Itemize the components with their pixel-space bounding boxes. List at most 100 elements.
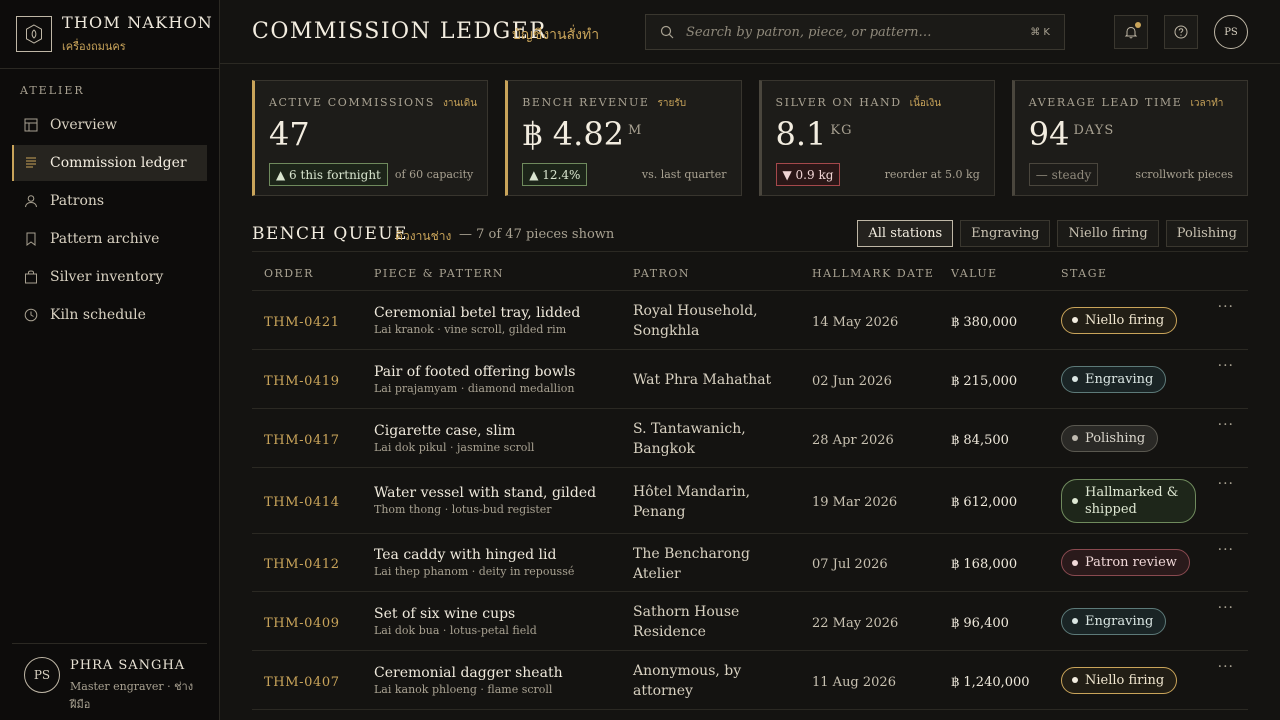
column-header-order[interactable]: ORDER — [252, 267, 374, 280]
user-icon — [24, 194, 38, 208]
sidebar-item-overview[interactable]: Overview — [12, 107, 207, 143]
order-id[interactable]: THM-0421 — [264, 315, 340, 330]
stat-note: of 60 capacity — [394, 168, 474, 181]
page-title-thai: บัญชีงานสั่งทำ — [512, 27, 600, 43]
column-header-hallmark-date[interactable]: HALLMARK DATE — [812, 267, 951, 280]
sidebar-item-kiln-schedule[interactable]: Kiln schedule — [12, 297, 207, 333]
sidebar-item-label: Silver inventory — [50, 269, 164, 285]
hallmark-date: 07 Jul 2026 — [812, 557, 888, 572]
table-row[interactable]: THM-0414 Water vessel with stand, gilded… — [252, 468, 1248, 534]
layout-icon — [24, 118, 38, 132]
stat-note: scrollwork pieces — [1135, 168, 1233, 181]
row-menu-button[interactable]: ··· — [1218, 358, 1234, 374]
column-header-patron[interactable]: PATRON — [633, 267, 812, 280]
filter-all-stations[interactable]: All stations — [857, 220, 954, 247]
page-title: COMMISSION LEDGER — [252, 19, 548, 44]
sidebar-item-commission-ledger[interactable]: Commission ledger — [12, 145, 207, 181]
piece-pattern: Thom thong · lotus-bud register — [374, 503, 552, 516]
sidebar-item-silver-inventory[interactable]: Silver inventory — [12, 259, 207, 295]
filter-niello-firing[interactable]: Niello firing — [1057, 220, 1159, 247]
piece-pattern: Lai prajamyam · diamond medallion — [374, 381, 575, 395]
stat-value: 94 DAYS — [1028, 115, 1115, 153]
stat-value: 8.1 KG — [775, 115, 853, 153]
avatar: PS — [24, 657, 60, 693]
row-menu-button[interactable]: ··· — [1218, 600, 1234, 616]
row-menu-button[interactable]: ··· — [1218, 417, 1234, 433]
ledger-icon — [24, 156, 38, 170]
column-header-stage[interactable]: STAGE — [1061, 267, 1210, 280]
notification-dot — [1135, 22, 1141, 28]
brand-logo-icon — [16, 16, 52, 52]
stat-label: AVERAGE LEAD TIME เวลาทำ — [1028, 96, 1224, 109]
patron-name: Anonymous, by attorney — [633, 663, 742, 699]
header-avatar[interactable]: PS — [1214, 15, 1248, 49]
search-box[interactable]: ⌘ K — [645, 14, 1065, 50]
stat-delta: ▲ 6 this fortnight — [269, 163, 388, 186]
hallmark-date: 19 Mar 2026 — [812, 495, 898, 510]
piece-name: Set of six wine cups — [374, 605, 516, 622]
row-menu-button[interactable]: ··· — [1218, 542, 1234, 558]
table-row[interactable]: THM-0421 Ceremonial betel tray, lidded La… — [252, 291, 1248, 350]
order-value: ฿ 96,400 — [951, 615, 1009, 631]
table-row[interactable]: THM-0407 Ceremonial dagger sheath Lai kan… — [252, 651, 1248, 710]
order-value: ฿ 215,000 — [951, 373, 1018, 389]
notifications-button[interactable] — [1114, 15, 1148, 49]
patron-name: Hôtel Mandarin, Penang — [633, 483, 751, 520]
section-title: BENCH QUEUE — [252, 224, 408, 244]
stage-badge: Niello firing — [1061, 306, 1178, 334]
stat-card-bench-revenue: BENCH REVENUE รายรับ ฿ 4.82 M ▲ 12.4% vs. … — [505, 80, 742, 196]
search-input[interactable] — [686, 24, 1031, 40]
order-id[interactable]: THM-0414 — [264, 495, 340, 510]
nav-section-label: ATELIER — [20, 84, 85, 97]
stat-label: ACTIVE COMMISSIONS งานเดิน — [269, 96, 478, 109]
table-row[interactable]: THM-0417 Cigarette case, slim Lai dok pik… — [252, 409, 1248, 468]
order-id[interactable]: THM-0407 — [264, 675, 340, 690]
filter-engraving[interactable]: Engraving — [960, 220, 1051, 247]
table-row[interactable]: THM-0409 Set of six wine cups Lai dok bua… — [252, 592, 1248, 651]
order-id[interactable]: THM-0417 — [264, 433, 340, 448]
topbar: COMMISSION LEDGER บัญชีงานสั่งทำ ⌘ K PS — [220, 0, 1280, 64]
stage-badge: Patron review — [1061, 549, 1190, 576]
piece-name: Tea caddy with hinged lid — [374, 547, 557, 563]
table-row[interactable]: THM-0419 Pair of footed offering bowls La… — [252, 350, 1248, 409]
filter-polishing[interactable]: Polishing — [1165, 220, 1248, 247]
table-row[interactable]: THM-0412 Tea caddy with hinged lid Lai th… — [252, 534, 1248, 592]
sidebar-nav: Overview Commission ledger Patrons Patte… — [12, 107, 207, 335]
stat-delta: ▲ 12.4% — [522, 163, 588, 186]
clock-icon — [24, 308, 38, 322]
column-header-value[interactable]: VALUE — [951, 267, 1061, 280]
bench-queue-header: BENCH QUEUE คิวงานช่าง — 7 of 47 pieces … — [252, 220, 1248, 252]
order-id[interactable]: THM-0409 — [264, 616, 340, 631]
stage-badge: Niello firing — [1061, 666, 1178, 694]
sidebar: THOM NAKHON เครื่องถมนคร ATELIER Overvie… — [0, 0, 220, 720]
user-role: Master engraver · ช่างฝีมือ — [70, 680, 194, 711]
order-id[interactable]: THM-0419 — [264, 374, 340, 389]
order-id[interactable]: THM-0412 — [264, 557, 340, 572]
sidebar-item-pattern-archive[interactable]: Pattern archive — [12, 221, 207, 257]
sidebar-item-patrons[interactable]: Patrons — [12, 183, 207, 219]
patron-name: Sathorn House Residence — [633, 604, 740, 640]
piece-pattern: Lai kranok · vine scroll, gilded rim — [374, 322, 567, 336]
piece-pattern: Lai thep phanom · deity in repoussé — [374, 565, 575, 578]
hallmark-date: 28 Apr 2026 — [812, 432, 894, 448]
help-button[interactable] — [1164, 15, 1198, 49]
piece-pattern: Lai kanok phloeng · flame scroll — [374, 682, 553, 696]
order-value: ฿ 1,240,000 — [951, 674, 1030, 690]
column-header-piece[interactable]: PIECE & PATTERN — [374, 267, 633, 280]
stat-delta: — steady — [1028, 163, 1099, 186]
sidebar-item-label: Kiln schedule — [50, 307, 146, 323]
patron-name: Wat Phra Mahathat — [633, 372, 772, 388]
piece-pattern: Lai dok pikul · jasmine scroll — [374, 440, 535, 454]
table-header: ORDER PIECE & PATTERN PATRON HALLMARK DA… — [252, 256, 1248, 291]
row-menu-button[interactable]: ··· — [1218, 659, 1234, 675]
commission-table: ORDER PIECE & PATTERN PATRON HALLMARK DA… — [252, 256, 1248, 710]
piece-name: Cigarette case, slim — [374, 422, 516, 439]
row-menu-button[interactable]: ··· — [1218, 476, 1234, 492]
piece-name: Pair of footed offering bowls — [374, 363, 576, 380]
bookmark-icon — [24, 232, 38, 246]
row-menu-button[interactable]: ··· — [1218, 299, 1234, 315]
sidebar-item-label: Pattern archive — [50, 231, 160, 247]
user-profile[interactable]: PS PHRA SANGHA Master engraver · ช่างฝีม… — [12, 643, 207, 720]
stat-card-silver-on-hand: SILVER ON HAND เนื้อเงิน 8.1 KG ▼ 0.9 kg r… — [758, 80, 995, 196]
user-name: PHRA SANGHA — [70, 658, 186, 673]
